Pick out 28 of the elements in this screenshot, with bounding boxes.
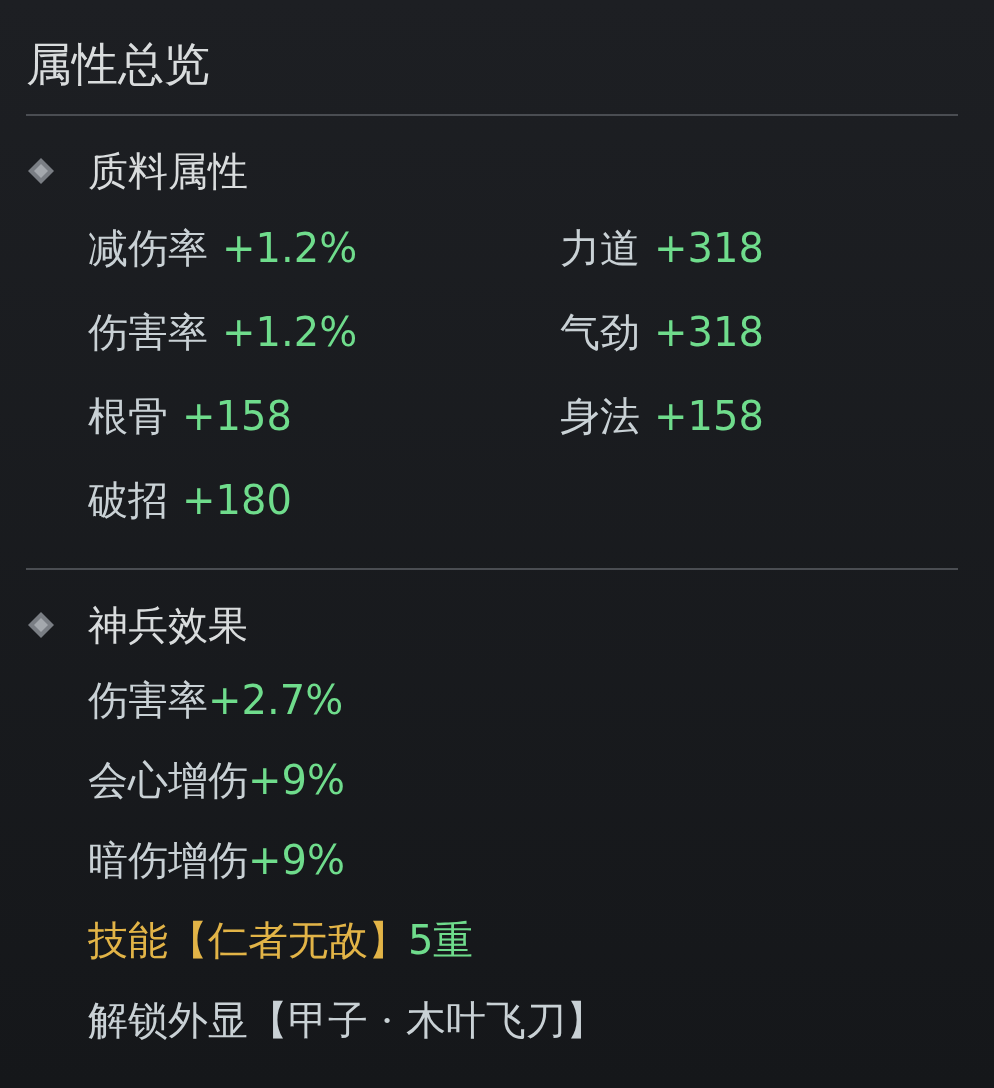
stat-label: 会心增伤 bbox=[88, 755, 248, 805]
panel-title: 属性总览 bbox=[26, 36, 211, 93]
stat-value: +9% bbox=[248, 837, 345, 883]
stat-value: +318 bbox=[654, 309, 764, 355]
stat-value: +180 bbox=[182, 477, 292, 523]
stat-value: +1.2% bbox=[222, 225, 358, 271]
stat-label: 破招 bbox=[88, 475, 168, 525]
diamond-icon bbox=[26, 610, 56, 640]
stat-value: +158 bbox=[654, 393, 764, 439]
stat-label: 力道 bbox=[560, 223, 640, 273]
diamond-icon bbox=[26, 156, 56, 186]
stat-value: +1.2% bbox=[222, 309, 358, 355]
stat-label: 减伤率 bbox=[88, 223, 208, 273]
skill-level: 5重 bbox=[408, 915, 474, 965]
stat-value: +158 bbox=[182, 393, 292, 439]
stat-label: 身法 bbox=[560, 391, 640, 441]
stat-label: 暗伤增伤 bbox=[88, 835, 248, 885]
stat-label: 伤害率 bbox=[88, 307, 208, 357]
stat-value: +318 bbox=[654, 225, 764, 271]
stat-label: 气劲 bbox=[560, 307, 640, 357]
stat-value: +2.7% bbox=[208, 677, 344, 723]
stat-label: 伤害率 bbox=[88, 675, 208, 725]
skill-name: 技能【仁者无敌】 bbox=[88, 915, 408, 965]
section-header: 质料属性 bbox=[88, 146, 248, 196]
section-header: 神兵效果 bbox=[88, 600, 248, 650]
stat-value: +9% bbox=[248, 757, 345, 803]
stat-label: 根骨 bbox=[88, 391, 168, 441]
unlock-text: 解锁外显【甲子 · 木叶飞刀】 bbox=[88, 995, 607, 1045]
